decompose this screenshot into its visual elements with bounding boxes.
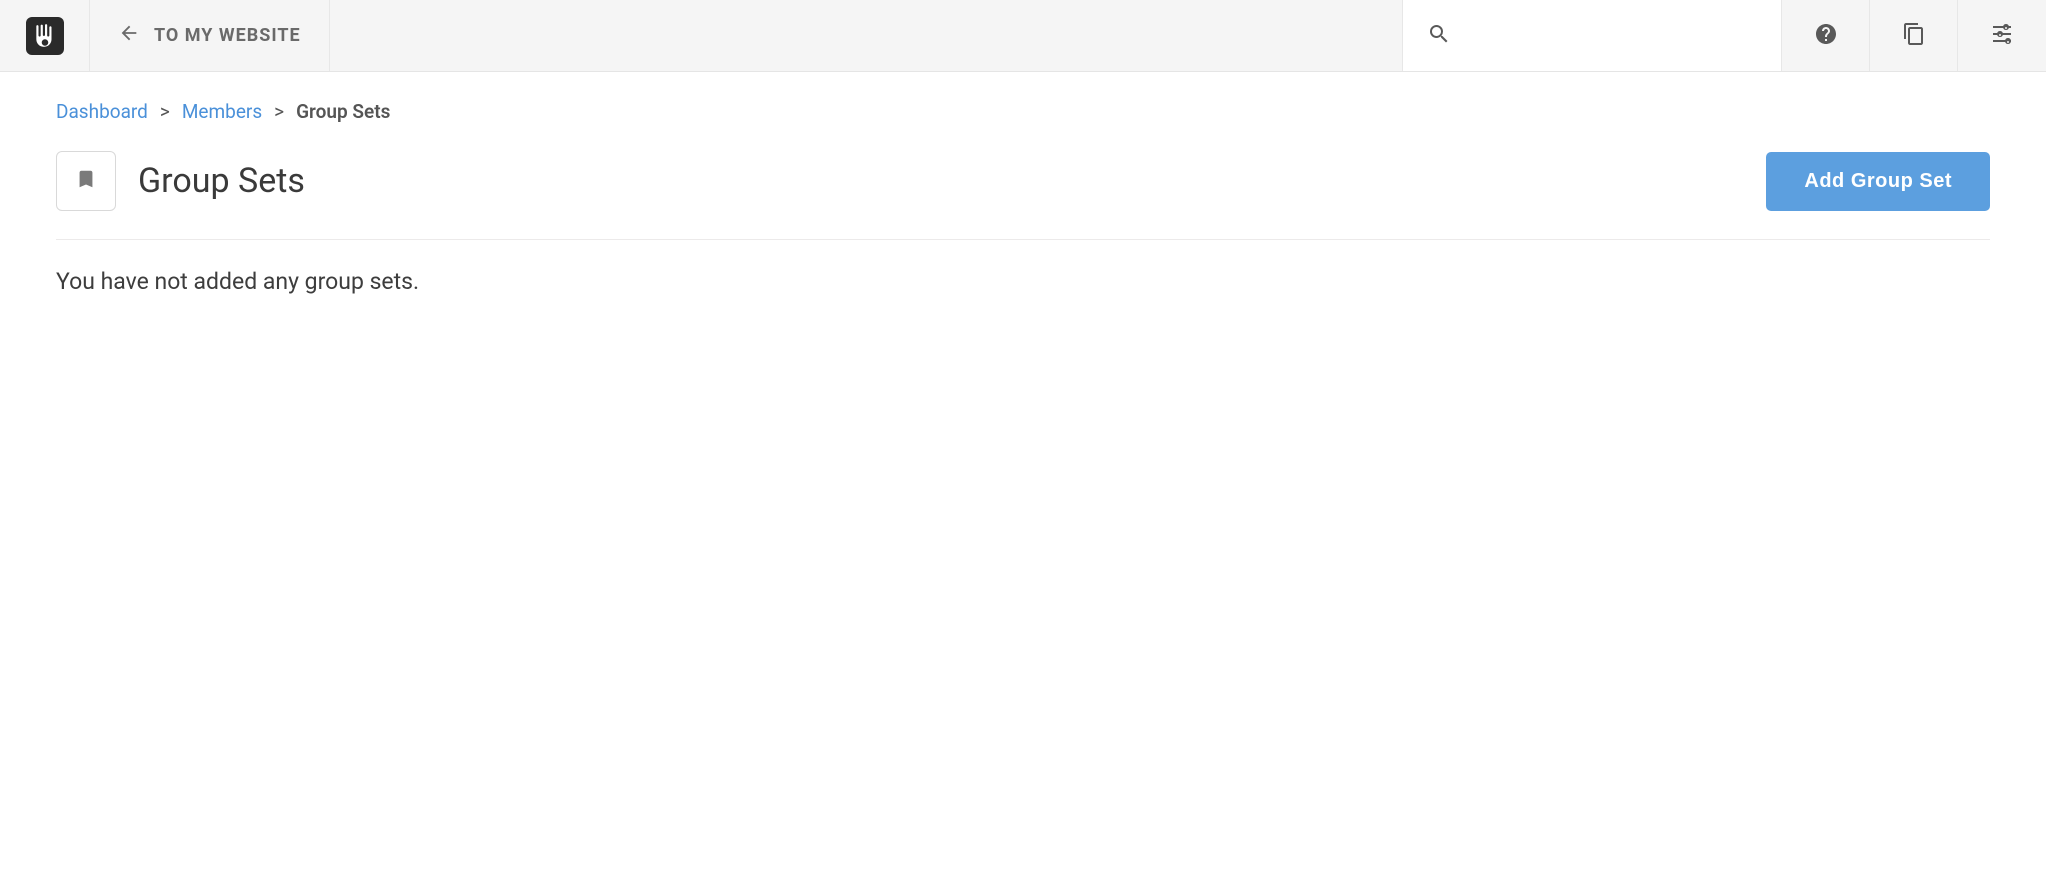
arrow-left-icon: [118, 22, 140, 49]
copy-icon: [1902, 22, 1926, 50]
breadcrumb-separator: >: [160, 100, 170, 123]
search-cell[interactable]: [1402, 0, 1782, 71]
bookmark-icon: [75, 164, 97, 198]
search-input[interactable]: [1465, 27, 1757, 45]
copy-button[interactable]: [1870, 0, 1958, 71]
help-icon: [1814, 22, 1838, 50]
logo-button[interactable]: [0, 0, 90, 71]
breadcrumb-link-dashboard[interactable]: Dashboard: [56, 100, 148, 123]
breadcrumb-link-members[interactable]: Members: [182, 100, 262, 123]
toolbar-spacer: [330, 0, 1402, 71]
hand-logo-icon: [26, 17, 64, 55]
breadcrumb-current: Group Sets: [296, 100, 390, 123]
back-to-website-link[interactable]: TO MY WEBSITE: [90, 0, 330, 71]
back-link-label: TO MY WEBSITE: [154, 25, 301, 46]
breadcrumb-separator: >: [274, 100, 284, 123]
add-group-set-button[interactable]: Add Group Set: [1766, 152, 1990, 211]
toolbar-left: TO MY WEBSITE: [0, 0, 330, 71]
page-title-wrap: Group Sets: [56, 151, 305, 211]
sliders-icon: [1990, 22, 2014, 50]
page-content: Dashboard > Members > Group Sets Group S…: [0, 72, 2046, 323]
bookmark-button[interactable]: [56, 151, 116, 211]
page-title: Group Sets: [138, 161, 305, 201]
search-icon: [1427, 22, 1451, 50]
top-toolbar: TO MY WEBSITE: [0, 0, 2046, 72]
page-header: Group Sets Add Group Set: [56, 151, 1990, 240]
breadcrumb: Dashboard > Members > Group Sets: [56, 100, 1990, 123]
settings-button[interactable]: [1958, 0, 2046, 71]
empty-state-message: You have not added any group sets.: [56, 268, 1990, 295]
help-button[interactable]: [1782, 0, 1870, 71]
